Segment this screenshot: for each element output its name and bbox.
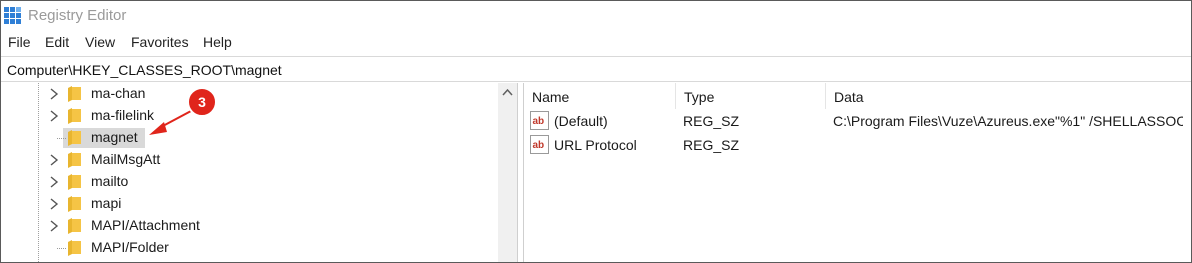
key-tree-pane: ma-chan ma-filelink magnet MailMsgAtt ma… — [1, 83, 517, 262]
menu-bar: File Edit View Favorites Help — [1, 32, 1191, 54]
tree-connector — [57, 138, 66, 139]
folder-icon — [68, 152, 81, 168]
folder-icon — [68, 108, 81, 124]
value-row-url-protocol[interactable]: ab URL Protocol REG_SZ — [524, 133, 1191, 157]
string-value-icon: ab — [530, 111, 549, 130]
menu-favorites[interactable]: Favorites — [131, 34, 189, 50]
tree-item-label: MAPI/Attachment — [91, 217, 200, 233]
tree-item-ma-filelink[interactable]: ma-filelink — [1, 105, 498, 127]
tree-item-label: ma-filelink — [91, 107, 155, 123]
chevron-right-icon[interactable] — [49, 153, 59, 167]
pane-splitter[interactable] — [517, 83, 524, 262]
column-header-type[interactable]: Type — [676, 83, 826, 109]
chevron-right-icon[interactable] — [49, 87, 59, 101]
tree-item-mapi[interactable]: mapi — [1, 193, 498, 215]
window-title: Registry Editor — [28, 7, 127, 24]
menu-view[interactable]: View — [85, 34, 115, 50]
column-header-data[interactable]: Data — [826, 83, 1191, 109]
value-name: URL Protocol — [554, 137, 637, 153]
tree-item-mailto[interactable]: mailto — [1, 171, 498, 193]
folder-icon — [68, 130, 81, 146]
menu-file[interactable]: File — [8, 34, 31, 50]
tree-item-label: magnet — [91, 129, 138, 145]
tree-item-label: MailMsgAtt — [91, 151, 161, 167]
tree-item-label: ma-chan — [91, 85, 146, 101]
tree-item-mapi-folder[interactable]: MAPI/Folder — [1, 237, 498, 259]
string-value-icon: ab — [530, 135, 549, 154]
tree-item-mapi-attachment[interactable]: MAPI/Attachment — [1, 215, 498, 237]
chevron-right-icon[interactable] — [49, 175, 59, 189]
tree-item-label: MAPI/Folder — [91, 239, 169, 255]
tree-vertical-scrollbar[interactable] — [498, 83, 517, 262]
svg-text:ab: ab — [533, 116, 545, 127]
registry-editor-window: Registry Editor File Edit View Favorites… — [0, 0, 1192, 263]
annotation-badge-number: 3 — [198, 94, 206, 110]
value-data: C:\Program Files\Vuze\Azureus.exe"%1" /S… — [833, 113, 1183, 129]
folder-icon — [68, 240, 81, 256]
svg-text:ab: ab — [533, 140, 545, 151]
tree-item-label: mailto — [91, 173, 129, 189]
chevron-right-icon[interactable] — [49, 219, 59, 233]
value-name: (Default) — [554, 113, 608, 129]
tree-item-mailmsgatt[interactable]: MailMsgAtt — [1, 149, 498, 171]
menu-edit[interactable]: Edit — [45, 34, 69, 50]
tree-item-magnet[interactable]: magnet — [1, 127, 498, 149]
folder-icon — [68, 174, 81, 190]
values-pane: Name Type Data ab (Default) REG_SZ C:\Pr… — [524, 83, 1191, 262]
tree-item-ma-chan[interactable]: ma-chan — [1, 83, 498, 105]
tree-connector — [57, 248, 66, 249]
folder-icon — [68, 218, 81, 234]
chevron-right-icon[interactable] — [49, 109, 59, 123]
chevron-right-icon[interactable] — [49, 197, 59, 211]
registry-editor-app-icon — [4, 7, 21, 24]
address-path[interactable]: Computer\HKEY_CLASSES_ROOT\magnet — [7, 62, 282, 78]
value-type: REG_SZ — [683, 137, 740, 153]
title-bar[interactable]: Registry Editor — [1, 1, 1191, 31]
folder-icon — [68, 86, 81, 102]
scroll-up-arrow-icon[interactable] — [502, 88, 513, 96]
value-type: REG_SZ — [683, 113, 740, 129]
menu-help[interactable]: Help — [203, 34, 232, 50]
column-header-name[interactable]: Name — [524, 83, 676, 109]
folder-icon — [68, 196, 81, 212]
tree-item-label: mapi — [91, 195, 122, 211]
address-bar[interactable]: Computer\HKEY_CLASSES_ROOT\magnet — [1, 56, 1191, 82]
value-row-default[interactable]: ab (Default) REG_SZ C:\Program Files\Vuz… — [524, 109, 1191, 133]
